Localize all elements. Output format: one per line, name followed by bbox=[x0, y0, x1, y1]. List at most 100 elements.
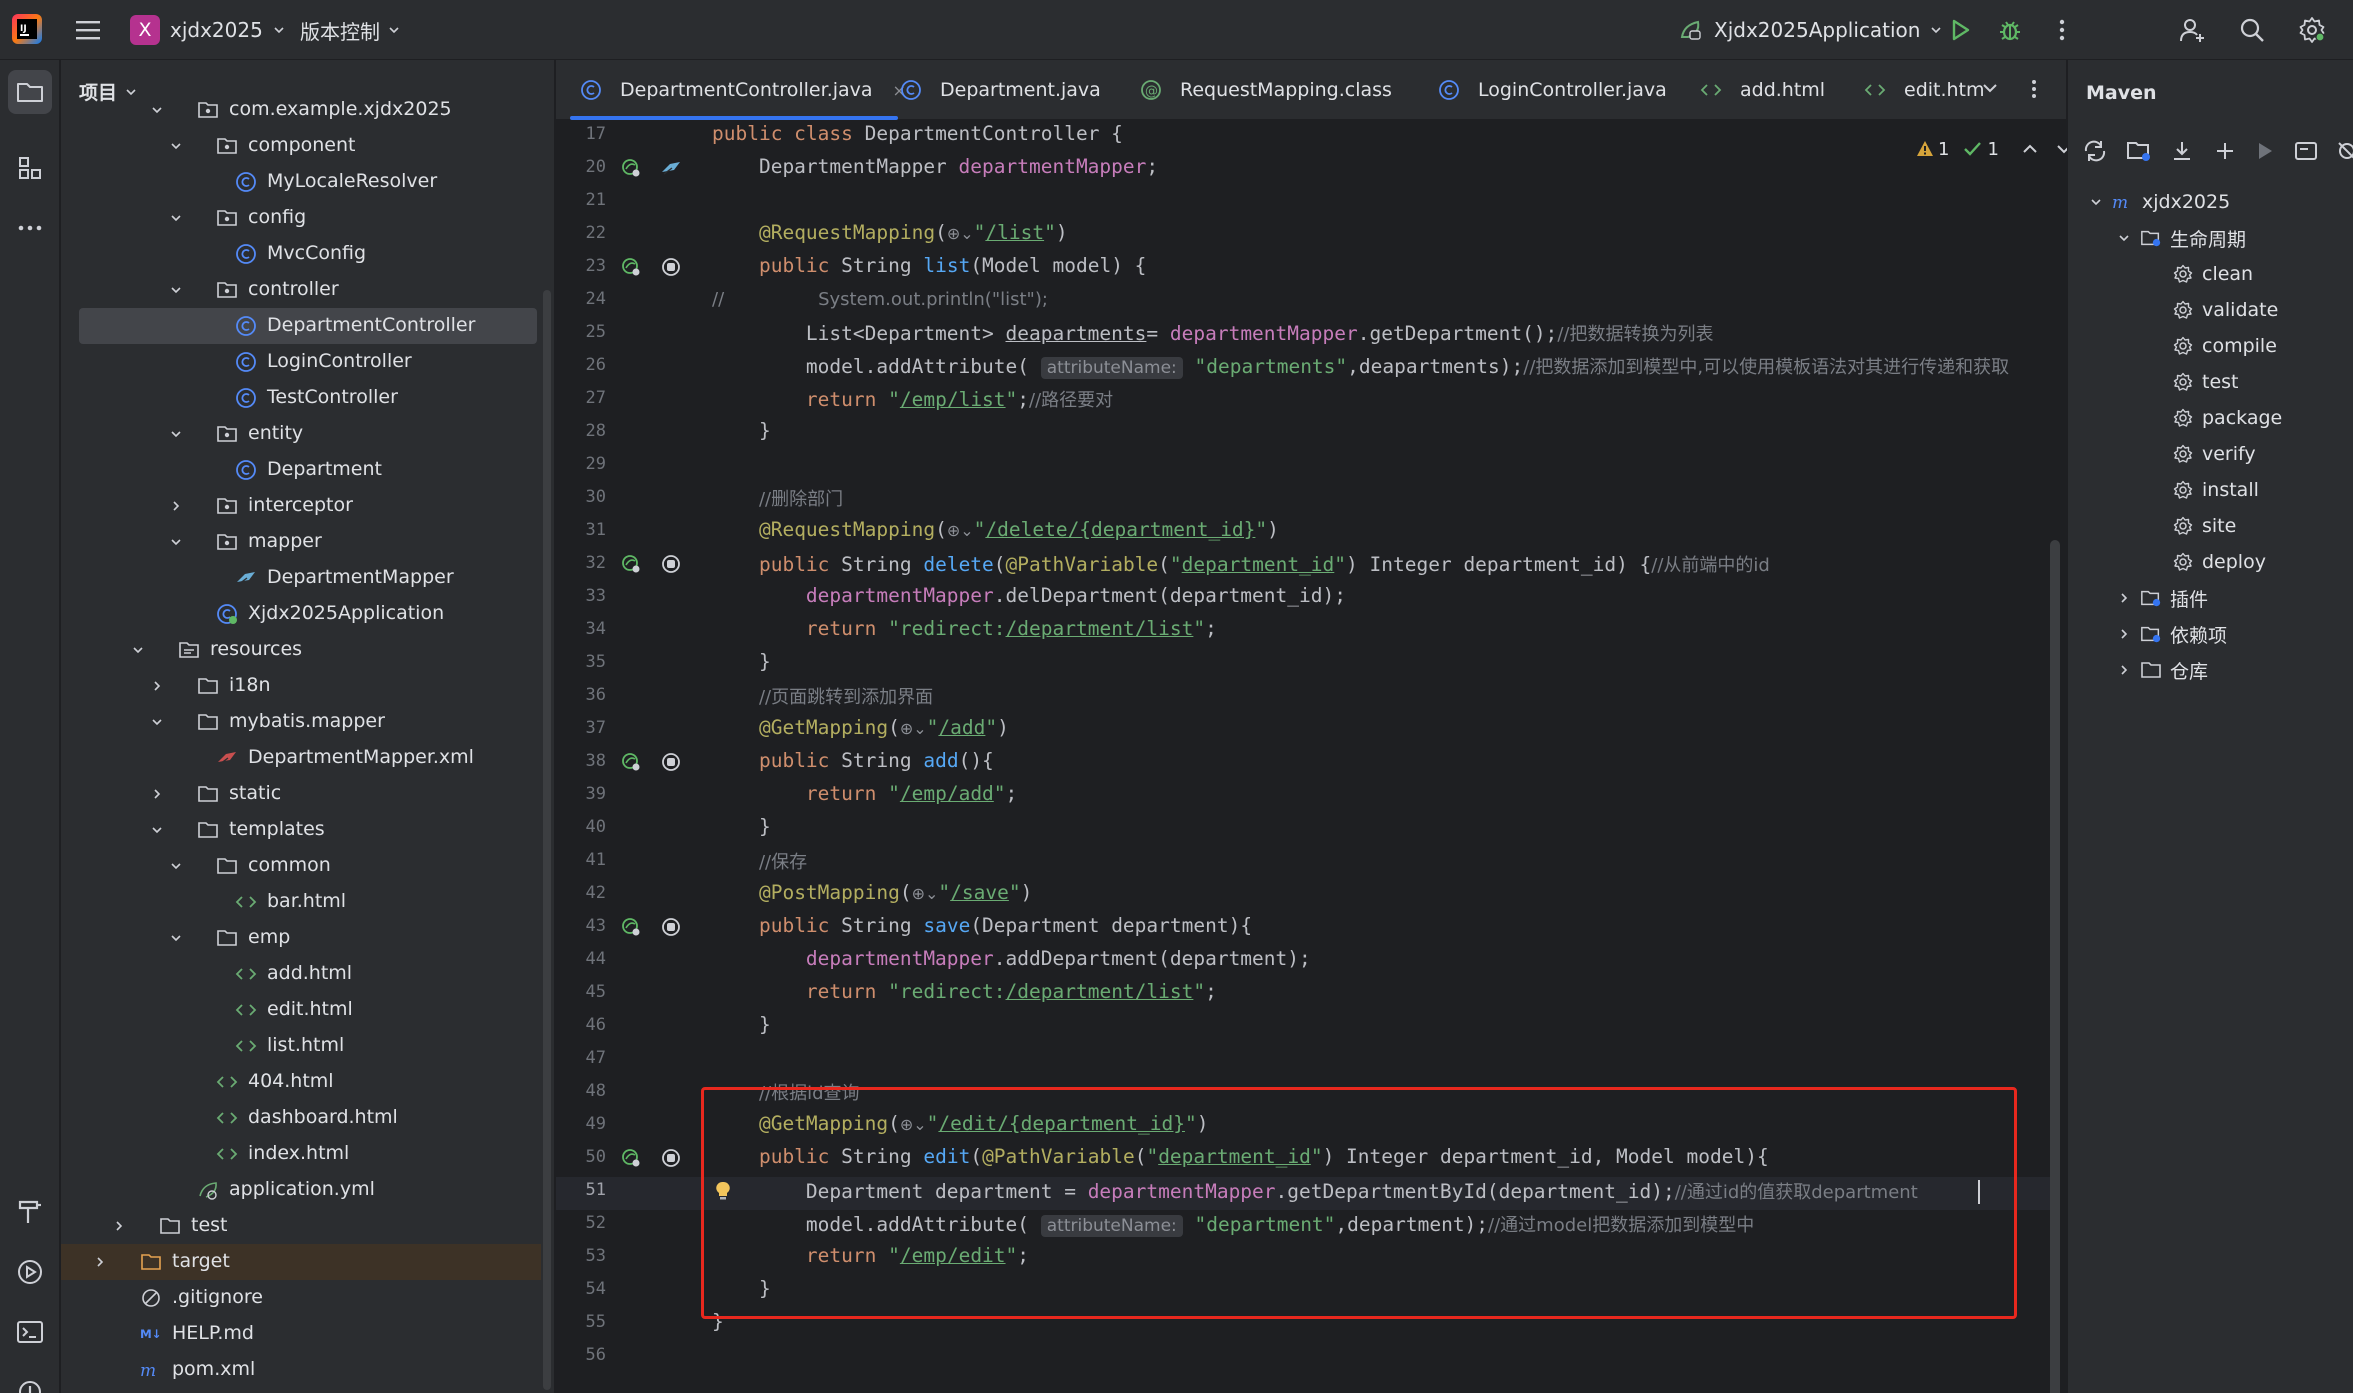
tree-item[interactable]: Xjdx2025Application bbox=[61, 596, 541, 632]
tree-item[interactable]: com.example.xjdx2025 bbox=[61, 92, 541, 128]
code-line[interactable]: return "/emp/list";//路径要对 bbox=[712, 386, 1113, 412]
settings-gear-icon[interactable] bbox=[2296, 14, 2328, 46]
maven-phase[interactable]: install bbox=[2172, 472, 2259, 508]
code-line[interactable]: public String list(Model model) { bbox=[712, 254, 1146, 277]
editor-tab[interactable]: add.html bbox=[1682, 60, 1825, 120]
web-endpoint-icon[interactable] bbox=[660, 256, 682, 278]
editor-tab[interactable]: DepartmentController.java × bbox=[562, 60, 906, 120]
web-endpoint-icon[interactable] bbox=[660, 916, 682, 938]
chevron-down-icon[interactable] bbox=[166, 928, 186, 948]
code-line[interactable]: DepartmentMapper departmentMapper; bbox=[712, 155, 1158, 178]
maven-lifecycle[interactable]: 生命周期 bbox=[2114, 220, 2246, 256]
services-tool-button[interactable] bbox=[8, 1250, 52, 1294]
maven-phase[interactable]: validate bbox=[2172, 292, 2278, 328]
code-line[interactable]: departmentMapper.delDepartment(departmen… bbox=[712, 584, 1346, 607]
chevron-down-icon[interactable] bbox=[166, 208, 186, 228]
chevron-right-icon[interactable] bbox=[90, 1252, 110, 1272]
maven-phase[interactable]: package bbox=[2172, 400, 2282, 436]
chevron-down-icon[interactable] bbox=[128, 640, 148, 660]
project-panel-scrollbar[interactable] bbox=[543, 290, 551, 1390]
code-line[interactable]: } bbox=[712, 419, 771, 442]
vcs-menu[interactable]: 版本控制 bbox=[300, 12, 400, 48]
code-line[interactable]: @PostMapping(⊕⌄"/save") bbox=[712, 881, 1032, 904]
web-endpoint-icon[interactable] bbox=[660, 751, 682, 773]
plus-icon[interactable] bbox=[2214, 140, 2236, 162]
project-tool-button[interactable] bbox=[8, 70, 52, 114]
tree-item[interactable]: M↓ HELP.md bbox=[61, 1316, 541, 1352]
maven-group[interactable]: 插件 bbox=[2114, 580, 2208, 616]
tree-item[interactable]: MyLocaleResolver bbox=[61, 164, 541, 200]
tree-item[interactable]: entity bbox=[61, 416, 541, 452]
chevron-right-icon[interactable] bbox=[2114, 624, 2134, 644]
tree-item[interactable]: edit.html bbox=[61, 992, 541, 1028]
chevron-up-icon[interactable] bbox=[2021, 140, 2039, 158]
maven-phase[interactable]: compile bbox=[2172, 328, 2277, 364]
tree-item[interactable]: controller bbox=[61, 272, 541, 308]
chevron-down-icon[interactable] bbox=[166, 136, 186, 156]
tree-item[interactable]: config bbox=[61, 200, 541, 236]
chevron-down-icon[interactable] bbox=[2114, 228, 2134, 248]
tree-item[interactable]: component bbox=[61, 128, 541, 164]
chevron-right-icon[interactable] bbox=[2114, 660, 2134, 680]
editor-tab[interactable]: edit.htm bbox=[1846, 60, 1985, 120]
code-line[interactable]: //页面跳转到添加界面 bbox=[712, 683, 933, 709]
more-tools-button[interactable] bbox=[8, 206, 52, 250]
problems-tool-button[interactable] bbox=[8, 1370, 52, 1393]
chevron-down-icon[interactable] bbox=[166, 856, 186, 876]
execute-goal-icon[interactable] bbox=[2294, 140, 2318, 162]
chevron-down-icon[interactable] bbox=[2086, 192, 2106, 212]
code-line[interactable]: //保存 bbox=[712, 848, 807, 874]
main-menu-icon[interactable] bbox=[74, 18, 102, 42]
mybatis-icon[interactable] bbox=[660, 157, 682, 179]
chevron-right-icon[interactable] bbox=[109, 1216, 129, 1236]
maven-project[interactable]: m xjdx2025 bbox=[2086, 184, 2230, 220]
run-configuration-selector[interactable]: Xjdx2025Application bbox=[1678, 12, 1942, 48]
debug-icon[interactable] bbox=[1994, 14, 2026, 46]
chevron-down-icon[interactable] bbox=[147, 820, 167, 840]
tree-item[interactable]: add.html bbox=[61, 956, 541, 992]
tree-item[interactable]: DepartmentMapper.xml bbox=[61, 740, 541, 776]
tree-item[interactable]: resources bbox=[61, 632, 541, 668]
toggle-offline-icon[interactable] bbox=[2336, 140, 2353, 162]
structure-tool-button[interactable] bbox=[8, 146, 52, 190]
maven-phase[interactable]: site bbox=[2172, 508, 2236, 544]
code-line[interactable]: public String delete(@PathVariable("depa… bbox=[712, 551, 1770, 577]
web-endpoint-icon[interactable] bbox=[660, 553, 682, 575]
editor-tab[interactable]: @ RequestMapping.class bbox=[1122, 60, 1392, 120]
code-line[interactable]: model.addAttribute( attributeName: "depa… bbox=[712, 353, 2009, 379]
tree-item[interactable]: dashboard.html bbox=[61, 1100, 541, 1136]
tree-item[interactable]: common bbox=[61, 848, 541, 884]
maven-group[interactable]: 依赖项 bbox=[2114, 616, 2227, 652]
download-icon[interactable] bbox=[2170, 139, 2196, 163]
code-line[interactable]: return "/emp/add"; bbox=[712, 782, 1017, 805]
chevron-down-icon[interactable] bbox=[147, 100, 167, 120]
tree-item[interactable]: index.html bbox=[61, 1136, 541, 1172]
tree-item[interactable]: target bbox=[61, 1244, 541, 1280]
tree-item[interactable]: 404.html bbox=[61, 1064, 541, 1100]
web-endpoint-icon[interactable] bbox=[660, 1147, 682, 1169]
maven-phase[interactable]: deploy bbox=[2172, 544, 2266, 580]
chevron-right-icon[interactable] bbox=[147, 676, 167, 696]
editor-tab[interactable]: LoginController.java bbox=[1420, 60, 1667, 120]
inspection-widget[interactable]: 1 1 bbox=[1916, 134, 2073, 164]
add-maven-project-icon[interactable] bbox=[2126, 139, 2152, 163]
chevron-right-icon[interactable] bbox=[147, 784, 167, 804]
tree-item[interactable]: mapper bbox=[61, 524, 541, 560]
terminal-tool-button[interactable] bbox=[8, 1310, 52, 1354]
code-line[interactable]: @RequestMapping(⊕⌄"/delete/{department_i… bbox=[712, 518, 1279, 541]
code-line[interactable]: } bbox=[712, 815, 771, 838]
tree-item[interactable]: static bbox=[61, 776, 541, 812]
tree-item[interactable]: bar.html bbox=[61, 884, 541, 920]
tree-item[interactable]: list.html bbox=[61, 1028, 541, 1064]
tree-item[interactable]: DepartmentMapper bbox=[61, 560, 541, 596]
chevron-down-icon[interactable] bbox=[166, 280, 186, 300]
project-switcher[interactable]: X xjdx2025 bbox=[130, 12, 285, 48]
more-actions-icon[interactable] bbox=[2046, 14, 2078, 46]
tree-item[interactable]: m pom.xml bbox=[61, 1352, 541, 1388]
chevron-right-icon[interactable] bbox=[2114, 588, 2134, 608]
search-icon[interactable] bbox=[2236, 14, 2268, 46]
bean-icon[interactable] bbox=[620, 751, 642, 773]
chevron-down-icon[interactable] bbox=[166, 424, 186, 444]
editor-tab[interactable]: Department.java bbox=[882, 60, 1101, 120]
add-user-icon[interactable] bbox=[2176, 14, 2208, 46]
